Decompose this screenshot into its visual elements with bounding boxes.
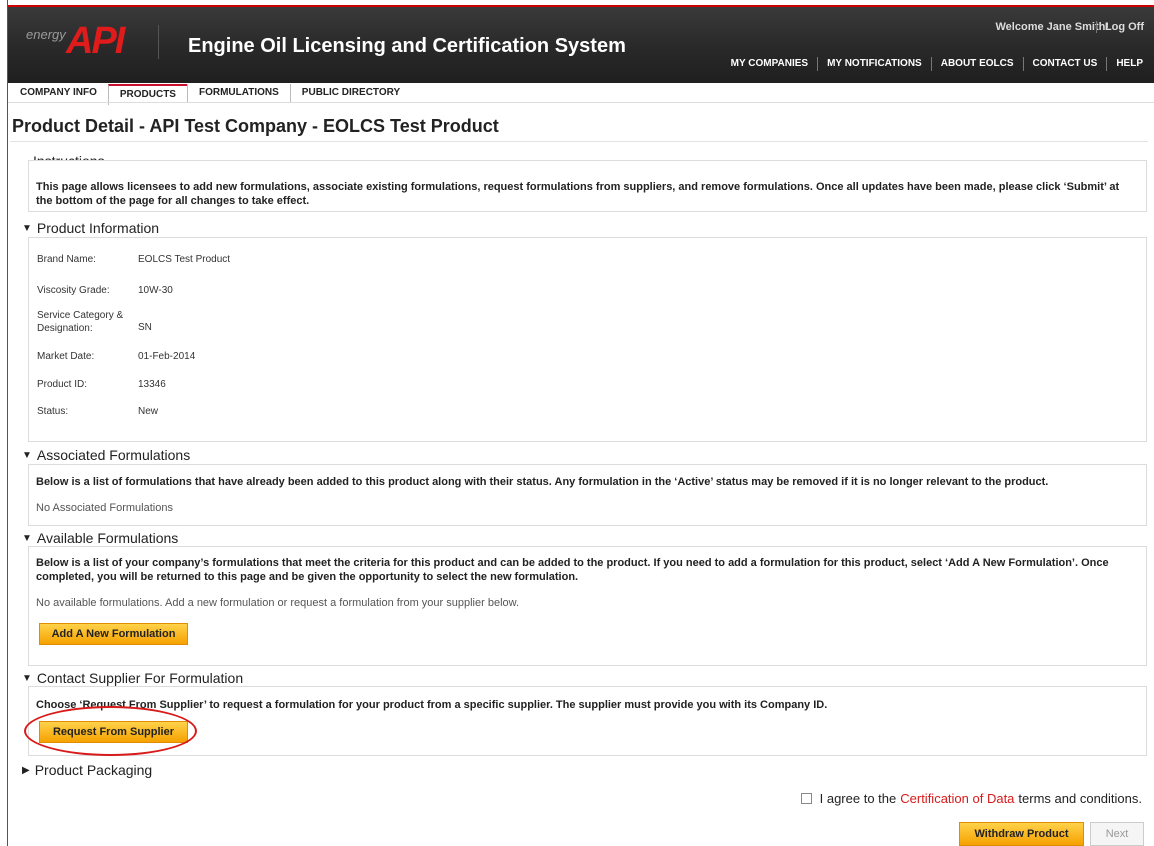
field-label: Status: [37, 406, 69, 417]
main-tabs: COMPANY INFO PRODUCTS FORMULATIONS PUBLI… [9, 84, 411, 105]
agree-checkbox[interactable] [800, 793, 812, 804]
expand-triangle-icon: ▼ [22, 449, 32, 461]
associated-title: Associated Formulations [36, 447, 191, 463]
tab-formulations[interactable]: FORMULATIONS [186, 84, 290, 103]
certification-of-data-link[interactable]: Certification of Data [900, 791, 1014, 806]
field-value: 10W-30 [138, 285, 173, 296]
app-header: energy API Engine Oil Licensing and Cert… [8, 5, 1154, 83]
header-divider [158, 25, 159, 59]
withdraw-product-button[interactable]: Withdraw Product [959, 822, 1084, 846]
logo-energy-text: energy [26, 27, 66, 42]
highlight-circle [24, 706, 197, 756]
supplier-header[interactable]: ▼ Contact Supplier For Formulation [22, 670, 243, 686]
tab-divider [8, 102, 1154, 103]
available-box: Below is a list of your company’s formul… [28, 546, 1147, 666]
field-value: 01-Feb-2014 [138, 351, 196, 362]
collapse-triangle-icon: ▶ [22, 764, 30, 776]
title-divider [10, 141, 1148, 142]
product-info-title: Product Information [36, 220, 160, 236]
tab-company-info[interactable]: COMPANY INFO [9, 84, 108, 103]
available-empty: No available formulations. Add a new for… [36, 597, 520, 609]
add-new-formulation-button[interactable]: Add A New Formulation [39, 623, 188, 645]
app-title: Engine Oil Licensing and Certification S… [188, 35, 626, 57]
expand-triangle-icon: ▼ [22, 532, 32, 544]
field-label: Market Date: [37, 351, 95, 362]
field-label: Brand Name: [37, 254, 96, 265]
field-label: Viscosity Grade: [37, 285, 110, 296]
nav-about-eolcs[interactable]: ABOUT EOLCS [930, 57, 1023, 71]
associated-empty: No Associated Formulations [36, 502, 173, 514]
field-value: New [138, 406, 159, 417]
available-text: Below is a list of your company’s formul… [36, 557, 1109, 583]
instructions-text: This page allows licensees to add new fo… [36, 181, 1120, 207]
field-value: SN [138, 322, 152, 333]
nav-help[interactable]: HELP [1106, 57, 1152, 71]
available-title: Available Formulations [36, 530, 179, 546]
expand-triangle-icon: ▼ [22, 222, 32, 234]
packaging-header[interactable]: ▶ Product Packaging [22, 762, 152, 778]
associated-box: Below is a list of formulations that hav… [28, 464, 1147, 526]
field-value: 13346 [138, 379, 166, 390]
logoff-link[interactable]: Log Off [1095, 21, 1144, 33]
tab-public-directory[interactable]: PUBLIC DIRECTORY [289, 84, 411, 103]
product-info-header[interactable]: ▼ Product Information [22, 220, 159, 236]
associated-header[interactable]: ▼ Associated Formulations [22, 447, 190, 463]
agree-row: I agree to the Certification of Data ter… [800, 791, 1142, 806]
instructions-box: This page allows licensees to add new fo… [28, 160, 1147, 212]
nav-contact-us[interactable]: CONTACT US [1022, 57, 1107, 71]
agree-suffix: terms and conditions. [1018, 791, 1142, 806]
field-label: Service Category & Designation: [37, 310, 124, 334]
nav-my-notifications[interactable]: MY NOTIFICATIONS [817, 57, 931, 71]
next-button[interactable]: Next [1090, 822, 1144, 846]
field-label: Product ID: [37, 379, 88, 390]
packaging-title: Product Packaging [34, 762, 153, 778]
agree-prefix: I agree to the [819, 791, 897, 806]
supplier-title: Contact Supplier For Formulation [36, 670, 244, 686]
top-nav: MY COMPANIES MY NOTIFICATIONS ABOUT EOLC… [722, 57, 1152, 71]
api-logo-text: API [66, 20, 125, 62]
welcome-text: Welcome Jane Smith! [995, 21, 1110, 33]
available-header[interactable]: ▼ Available Formulations [22, 530, 178, 546]
api-logo[interactable]: API [66, 21, 136, 61]
nav-my-companies[interactable]: MY COMPANIES [722, 57, 817, 71]
field-value: EOLCS Test Product [138, 254, 231, 265]
supplier-text: Choose ‘Request From Supplier’ to reques… [36, 699, 828, 711]
supplier-box: Choose ‘Request From Supplier’ to reques… [28, 686, 1147, 756]
expand-triangle-icon: ▼ [22, 672, 32, 684]
associated-text: Below is a list of formulations that hav… [36, 476, 1049, 488]
product-info-box: Brand Name: EOLCS Test Product Viscosity… [28, 237, 1147, 442]
page-title: Product Detail - API Test Company - EOLC… [12, 116, 499, 136]
